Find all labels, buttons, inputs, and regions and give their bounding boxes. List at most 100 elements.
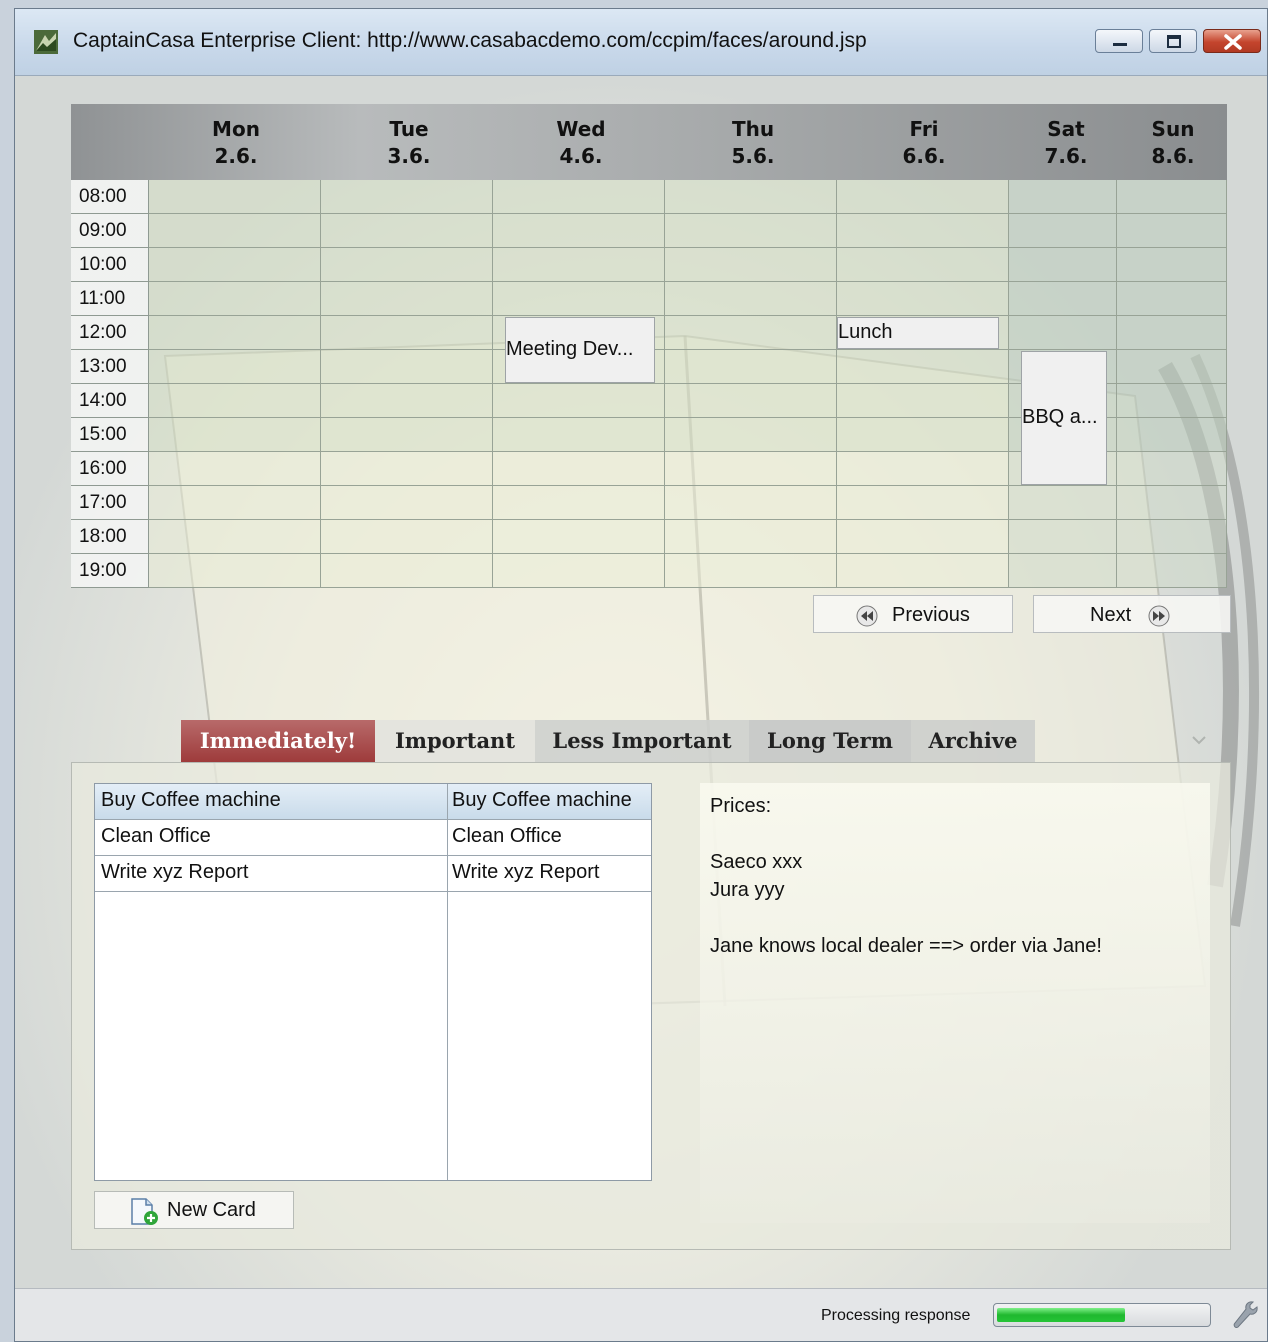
calendar-cell[interactable] — [665, 554, 837, 588]
wrench-icon[interactable] — [1231, 1299, 1259, 1331]
calendar-cell[interactable] — [149, 418, 321, 452]
calendar-cell[interactable] — [665, 214, 837, 248]
table-row[interactable]: Buy Coffee machine Buy Coffee machine — [95, 784, 651, 820]
tab-long-term[interactable]: Long Term — [749, 720, 911, 762]
calendar-cell[interactable] — [321, 554, 493, 588]
tab-less-important[interactable]: Less Important — [535, 720, 749, 762]
calendar-cell[interactable] — [321, 316, 493, 350]
calendar-cell[interactable] — [321, 418, 493, 452]
appointment[interactable]: Lunch — [837, 317, 999, 349]
calendar-cell[interactable] — [1117, 520, 1227, 554]
tab-important[interactable]: Important — [375, 720, 535, 762]
calendar-cell[interactable] — [493, 520, 665, 554]
calendar-cell[interactable] — [149, 180, 321, 214]
calendar-cell[interactable] — [1009, 486, 1117, 520]
minimize-button[interactable] — [1095, 29, 1143, 53]
calendar-cell[interactable] — [1009, 316, 1117, 350]
calendar-cell[interactable] — [493, 180, 665, 214]
calendar-cell[interactable] — [493, 282, 665, 316]
calendar-cell[interactable] — [1117, 554, 1227, 588]
calendar-cell[interactable] — [1009, 180, 1117, 214]
calendar-cell[interactable] — [1009, 282, 1117, 316]
calendar-cell[interactable] — [1009, 214, 1117, 248]
time-label: 08:00 — [71, 180, 149, 214]
calendar-cell[interactable] — [1117, 316, 1227, 350]
calendar-cell[interactable] — [149, 316, 321, 350]
calendar-cell[interactable] — [665, 520, 837, 554]
calendar-cell[interactable] — [837, 452, 1009, 486]
calendar-cell[interactable] — [665, 282, 837, 316]
calendar-cell[interactable] — [1117, 452, 1227, 486]
calendar-cell[interactable] — [665, 384, 837, 418]
calendar-cell[interactable] — [837, 180, 1009, 214]
calendar-cell[interactable] — [665, 316, 837, 350]
calendar-cell[interactable] — [149, 384, 321, 418]
calendar-cell[interactable] — [665, 180, 837, 214]
calendar-cell[interactable] — [321, 350, 493, 384]
calendar-cell[interactable] — [1117, 282, 1227, 316]
tab-immediately[interactable]: Immediately! — [181, 720, 375, 762]
calendar-cell[interactable] — [321, 180, 493, 214]
calendar-cell[interactable] — [665, 418, 837, 452]
calendar-cell[interactable] — [493, 452, 665, 486]
calendar-cell[interactable] — [493, 214, 665, 248]
calendar-cell[interactable] — [1117, 248, 1227, 282]
calendar-cell[interactable] — [1117, 350, 1227, 384]
calendar-cell[interactable] — [321, 520, 493, 554]
calendar-cell[interactable] — [149, 486, 321, 520]
calendar-cell[interactable] — [837, 214, 1009, 248]
calendar-cell[interactable] — [1117, 180, 1227, 214]
calendar-cell[interactable] — [837, 554, 1009, 588]
calendar-cell[interactable] — [149, 554, 321, 588]
calendar-cell[interactable] — [837, 384, 1009, 418]
calendar-cell[interactable] — [665, 350, 837, 384]
calendar-cell[interactable] — [321, 282, 493, 316]
calendar-cell[interactable] — [493, 418, 665, 452]
calendar-cell[interactable] — [321, 384, 493, 418]
task-list[interactable]: Buy Coffee machine Buy Coffee machine Clea… — [94, 783, 652, 1181]
calendar-cell[interactable] — [149, 248, 321, 282]
calendar-cell[interactable] — [837, 418, 1009, 452]
calendar-cell[interactable] — [837, 486, 1009, 520]
appointment[interactable]: BBQ a... — [1021, 351, 1107, 485]
calendar-cell[interactable] — [1117, 384, 1227, 418]
calendar-cell[interactable] — [149, 452, 321, 486]
task-notes[interactable]: Prices: Saeco xxx Jura yyy Jane knows local… — [700, 783, 1210, 1223]
title-bar[interactable]: CaptainCasa Enterprise Client: http://ww… — [15, 9, 1267, 76]
calendar-cell[interactable] — [665, 486, 837, 520]
calendar-cell[interactable] — [149, 350, 321, 384]
calendar-cell[interactable] — [149, 520, 321, 554]
calendar-cell[interactable] — [321, 248, 493, 282]
calendar-cell[interactable] — [1009, 554, 1117, 588]
calendar-cell[interactable] — [837, 248, 1009, 282]
new-card-button[interactable]: New Card — [94, 1191, 294, 1229]
calendar-cell[interactable] — [1009, 520, 1117, 554]
calendar-cell[interactable] — [1009, 248, 1117, 282]
calendar-cell[interactable] — [149, 282, 321, 316]
calendar-cell[interactable] — [493, 248, 665, 282]
close-button[interactable] — [1203, 29, 1261, 53]
calendar-cell[interactable] — [493, 384, 665, 418]
maximize-button[interactable] — [1149, 29, 1197, 53]
calendar-cell[interactable] — [837, 282, 1009, 316]
calendar-cell[interactable] — [493, 486, 665, 520]
calendar-cell[interactable] — [1117, 486, 1227, 520]
calendar-cell[interactable] — [837, 520, 1009, 554]
table-row[interactable]: Write xyz Report Write xyz Report — [95, 856, 651, 892]
calendar-cell[interactable] — [321, 214, 493, 248]
next-week-button[interactable]: Next — [1033, 595, 1231, 633]
tab-archive[interactable]: Archive — [911, 720, 1035, 762]
calendar-cell[interactable] — [665, 248, 837, 282]
calendar-cell[interactable] — [837, 350, 1009, 384]
table-row[interactable]: Clean Office Clean Office — [95, 820, 651, 856]
tabs-scroll-down-icon[interactable] — [1191, 732, 1207, 748]
calendar-cell[interactable] — [321, 486, 493, 520]
calendar-cell[interactable] — [493, 554, 665, 588]
calendar-cell[interactable] — [1117, 214, 1227, 248]
calendar-cell[interactable] — [1117, 418, 1227, 452]
calendar-cell[interactable] — [665, 452, 837, 486]
calendar-cell[interactable] — [149, 214, 321, 248]
previous-week-button[interactable]: Previous — [813, 595, 1013, 633]
calendar-cell[interactable] — [321, 452, 493, 486]
appointment[interactable]: Meeting Dev... — [505, 317, 655, 383]
